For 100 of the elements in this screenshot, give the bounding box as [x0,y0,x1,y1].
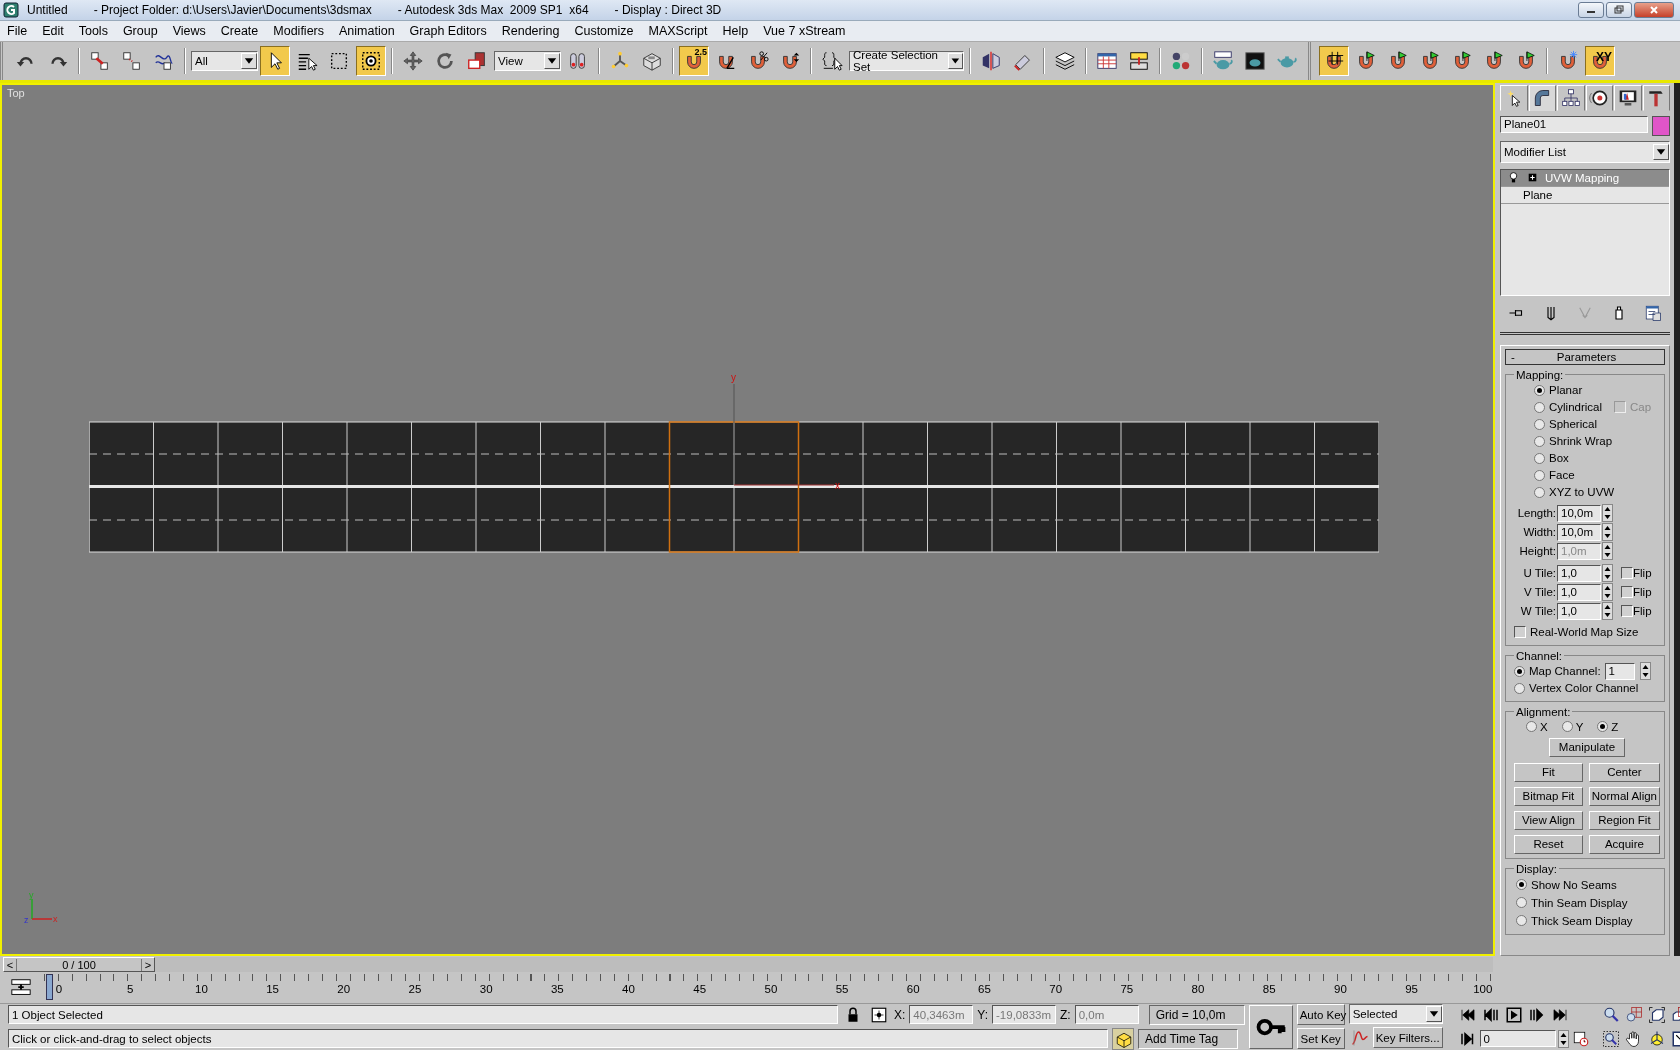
radio-button[interactable] [1534,486,1545,498]
checkbox[interactable] [1621,586,1633,599]
coordinate-field[interactable]: 40,3463m [909,1005,974,1025]
spinner-arrows-icon[interactable] [1602,542,1613,561]
radio-button[interactable] [1534,384,1545,396]
viewport[interactable]: Top y x y z x [0,82,1495,957]
menu-item[interactable]: Graph Editors [409,23,487,38]
spinner-arrows-icon[interactable] [1602,583,1613,602]
spinner-field[interactable]: 1,0 [1557,583,1601,601]
panel-button[interactable]: Reset [1514,834,1583,854]
next-frame-button[interactable]: > [141,958,154,971]
menu-item[interactable]: Modifiers [273,23,324,38]
panel-button[interactable]: Bitmap Fit [1514,786,1583,806]
menu-item[interactable]: Edit [42,23,64,38]
key-filters-button[interactable]: Key Filters... [1372,1027,1443,1049]
menu-item[interactable]: Rendering [501,23,560,38]
spinner-field[interactable]: 1 [1604,662,1635,680]
rollout-header[interactable]: - Parameters [1505,348,1665,365]
radio-label[interactable]: Cylindrical [1549,401,1603,414]
radio-label[interactable]: Map Channel: [1529,665,1601,678]
menu-item[interactable]: Animation [339,23,395,38]
radio-label[interactable]: Show No Seams [1531,878,1617,891]
radio-button[interactable] [1534,452,1545,464]
radio-button[interactable] [1597,721,1609,733]
coordinate-field[interactable]: 0,0m [1074,1005,1139,1025]
stack-item[interactable]: Plane [1501,186,1669,204]
radio-button[interactable] [1534,469,1545,481]
object-color-swatch[interactable] [1652,115,1670,136]
radio-label[interactable]: Thick Seam Display [1531,914,1633,927]
toolbar-dropdown[interactable]: All [191,50,258,71]
object-name-field[interactable]: Plane01 [1500,115,1648,133]
grid-snap-icon[interactable] [1319,45,1349,76]
radio-label[interactable]: XYZ to UVW [1549,486,1615,499]
menu-item[interactable]: Create [220,23,259,38]
radio-button[interactable] [1514,665,1525,677]
set-key-button[interactable]: Set Key [1296,1028,1345,1050]
radio-button[interactable] [1516,897,1527,909]
close-button[interactable] [1634,1,1674,18]
panel-button[interactable]: View Align [1514,810,1583,830]
radio-button[interactable] [1526,721,1537,733]
time-slider-thumb[interactable]: < 0 / 100 > [3,957,155,973]
menu-item[interactable]: Customize [574,23,634,38]
radio-label[interactable]: Shrink Wrap [1549,435,1613,448]
time-slider[interactable]: < 0 / 100 > [3,957,1493,973]
panel-button[interactable]: Normal Align [1588,786,1660,806]
current-frame-marker[interactable] [46,974,53,1000]
menu-item[interactable]: File [7,23,28,38]
previous-frame-button[interactable]: < [4,958,17,971]
spinner-arrows-icon[interactable] [1602,504,1613,523]
window-crossing-icon[interactable] [356,45,386,76]
panel-button[interactable]: Fit [1514,762,1583,782]
hierarchy-icon[interactable] [1557,84,1585,111]
radio-button[interactable] [1516,915,1527,927]
spinner-field[interactable]: 1,0 [1557,602,1601,620]
checkbox[interactable] [1621,567,1633,580]
radio-label[interactable]: Y [1575,720,1584,733]
radio-button[interactable] [1561,721,1573,733]
radio-label[interactable]: Box [1549,452,1569,465]
radio-label[interactable]: Planar [1549,384,1583,397]
menu-item[interactable]: MAXScript [648,23,708,38]
spinner-field[interactable]: 1,0 [1557,564,1601,582]
axis-constraint-button[interactable]: XY [1585,45,1615,76]
spinner-field[interactable]: 10,0m [1557,504,1601,522]
panel-button[interactable]: Center [1588,762,1660,782]
coordinate-field[interactable]: -19,0833m [992,1005,1057,1025]
snap-toggle-button[interactable]: 2.5 [679,45,709,76]
track-bar[interactable]: 0 5 10 15 20 25 30 35 40 45 50 55 60 65 70 75 80 85 90 95 100 [44,974,1494,1002]
spinner-arrows-icon[interactable] [1639,662,1651,681]
checkbox[interactable] [1514,626,1526,639]
menu-item[interactable]: Help [722,23,749,38]
radio-label[interactable]: Face [1549,469,1575,482]
menu-item[interactable]: Views [172,23,206,38]
radio-button[interactable] [1534,418,1545,430]
radio-label[interactable]: Thin Seam Display [1531,896,1628,909]
menu-item[interactable]: Vue 7 xStream [763,23,846,38]
menu-item[interactable]: Group [122,23,158,38]
checkbox[interactable] [1621,605,1633,618]
cursor-icon[interactable] [260,45,290,76]
monitor-icon[interactable] [1614,84,1642,111]
restore-button[interactable] [1606,1,1632,18]
spinner-arrows-icon[interactable] [1557,1030,1569,1048]
toolbar-dropdown[interactable]: View [494,50,561,71]
spinner-arrows-icon[interactable] [1602,564,1613,583]
spinner-arrows-icon[interactable] [1602,602,1613,621]
hammer-icon[interactable] [1642,84,1670,111]
minimize-button[interactable] [1578,1,1604,18]
close-icon[interactable] [1648,4,1660,15]
panel-button[interactable]: Acquire [1588,834,1660,854]
auto-key-button[interactable]: Auto Key [1296,1004,1345,1026]
toolbar-dropdown[interactable]: Create Selection Set [849,50,964,71]
panel-button[interactable]: Region Fit [1588,810,1660,830]
radio-label[interactable]: X [1540,720,1548,733]
radio-label[interactable]: Z [1611,720,1619,733]
current-frame-field[interactable]: 0 [1479,1030,1556,1048]
key-icon[interactable] [1248,1005,1293,1049]
wheel-icon[interactable] [1585,84,1613,111]
radio-button[interactable] [1514,682,1525,694]
radio-button[interactable] [1534,435,1545,447]
restore-icon[interactable] [1613,4,1625,15]
radio-label[interactable]: Spherical [1549,418,1597,431]
